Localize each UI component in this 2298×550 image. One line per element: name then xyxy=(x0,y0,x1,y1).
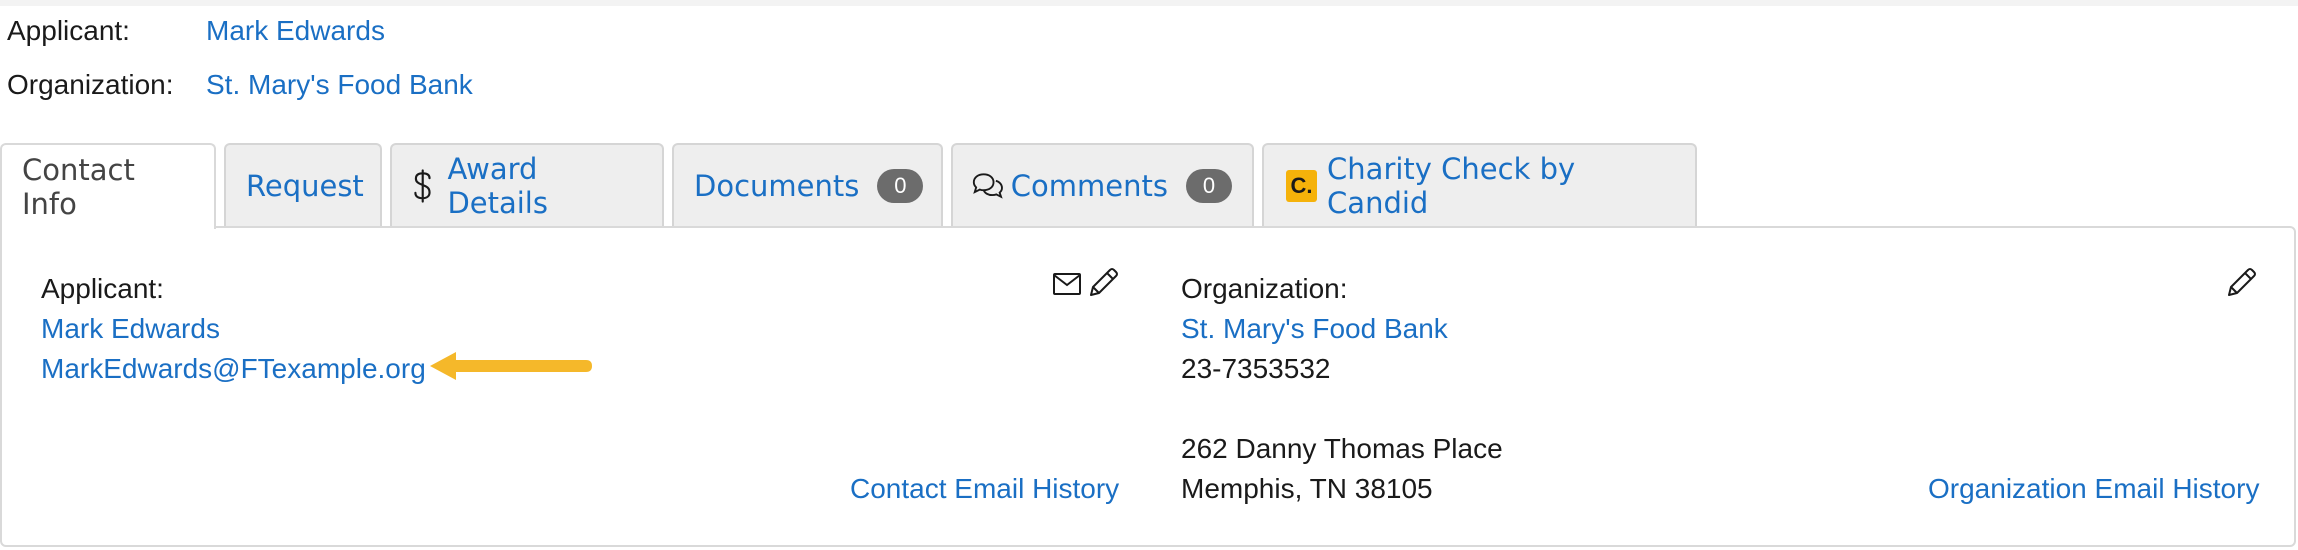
tab-contact-info-label: Contact Info xyxy=(22,153,135,221)
header-organization-label: Organization: xyxy=(7,69,174,100)
tab-documents-label: Documents xyxy=(694,169,860,203)
tab-comments[interactable]: Comments 0 xyxy=(951,143,1254,227)
arrow-annotation xyxy=(430,352,592,380)
tab-contact-info[interactable]: Contact Info xyxy=(0,143,216,229)
tab-award-details[interactable]: Award Details xyxy=(390,143,664,227)
documents-count-badge: 0 xyxy=(877,169,924,203)
comments-icon xyxy=(972,173,1003,199)
top-divider xyxy=(0,0,2298,6)
header-applicant-label: Applicant: xyxy=(7,15,130,46)
organization-ein: 23-7353532 xyxy=(1181,353,1331,384)
edit-applicant-pencil-icon[interactable] xyxy=(1086,266,1120,300)
tab-request[interactable]: Request xyxy=(224,143,382,227)
organization-label: Organization: xyxy=(1181,273,1348,304)
tab-request-label: Request xyxy=(246,169,364,203)
tab-charity-check-label: Charity Check by Candid xyxy=(1327,152,1576,220)
tab-comments-label: Comments xyxy=(1010,169,1168,203)
envelope-icon[interactable] xyxy=(1052,272,1082,296)
comments-count-badge: 0 xyxy=(1186,169,1232,203)
applicant-name-link[interactable]: Mark Edwards xyxy=(41,313,220,345)
candid-logo-icon: C. xyxy=(1286,170,1318,202)
organization-name-link[interactable]: St. Mary's Food Bank xyxy=(1181,313,1448,345)
tab-documents[interactable]: Documents 0 xyxy=(672,143,943,227)
organization-email-history-link[interactable]: Organization Email History xyxy=(1928,473,2259,505)
applicant-label: Applicant: xyxy=(41,273,164,304)
header-organization-link[interactable]: St. Mary's Food Bank xyxy=(206,69,473,101)
address-line2: Memphis, TN 38105 xyxy=(1181,473,1433,504)
address-line1: 262 Danny Thomas Place xyxy=(1181,433,1503,464)
applicant-email-link[interactable]: MarkEdwards@FTexample.org xyxy=(41,353,426,385)
tab-award-details-label: Award Details xyxy=(447,152,548,220)
header-applicant-link[interactable]: Mark Edwards xyxy=(206,15,385,47)
dollar-icon xyxy=(414,169,431,203)
contact-info-panel: Applicant: Mark Edwards MarkEdwards@FTex… xyxy=(0,226,2296,547)
contact-email-history-link[interactable]: Contact Email History xyxy=(850,473,1119,505)
edit-organization-pencil-icon[interactable] xyxy=(2224,266,2258,300)
tab-charity-check[interactable]: C. Charity Check by Candid xyxy=(1262,143,1697,227)
